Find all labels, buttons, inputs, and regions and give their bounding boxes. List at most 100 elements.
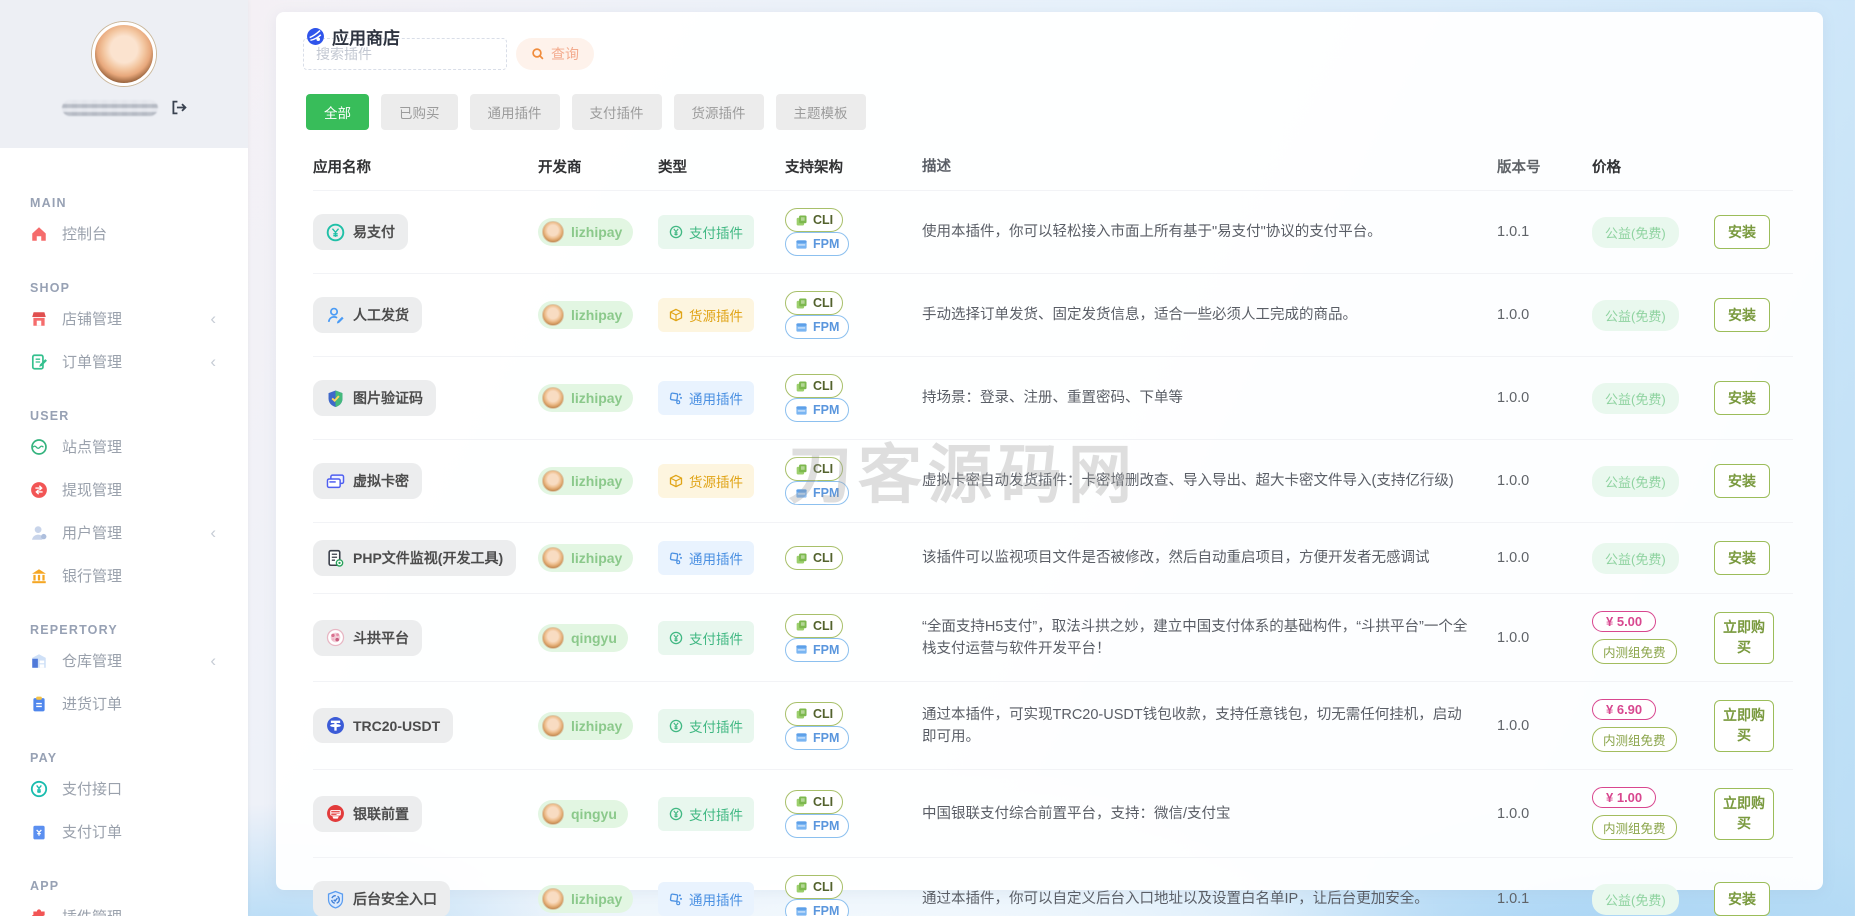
arch-label: FPM (813, 486, 840, 501)
developer-badge[interactable]: lizhipay (538, 544, 634, 573)
filter-tab[interactable]: 支付插件 (571, 94, 662, 130)
buy-now-button[interactable]: 立即购买 (1714, 788, 1774, 840)
filter-tab[interactable]: 通用插件 (469, 94, 560, 130)
app-name-pill[interactable]: 人工发货 (313, 297, 422, 334)
type-common-icon (669, 391, 683, 405)
app-name: TRC20-USDT (353, 717, 441, 734)
app-name-pill[interactable]: 图片验证码 (313, 380, 436, 417)
free-badge: 公益(免费) (1592, 542, 1679, 574)
install-button[interactable]: 安装 (1714, 381, 1770, 416)
pay-order-icon (30, 823, 48, 841)
arch-label: CLI (813, 296, 834, 311)
app-name-pill[interactable]: 斗拱平台 (313, 619, 422, 656)
arch-cli-badge: CLI (785, 291, 844, 316)
app-name-pill[interactable]: PHP文件监视(开发工具) (313, 540, 517, 577)
arch-label: CLI (813, 794, 834, 809)
version: 1.0.0 (1497, 717, 1530, 734)
logout-icon[interactable] (170, 99, 187, 116)
type-badge: 支付插件 (658, 215, 754, 250)
developer-badge[interactable]: qingyu (538, 799, 628, 828)
sidebar-section-label: SHOP (30, 281, 71, 295)
app-name-pill[interactable]: 易支付 (313, 214, 408, 251)
arch-label: FPM (813, 904, 840, 916)
col-app-name: 应用名称 (313, 160, 371, 176)
version: 1.0.0 (1497, 390, 1530, 407)
version: 1.0.1 (1497, 224, 1530, 241)
cli-icon (795, 380, 808, 393)
version: 1.0.1 (1497, 891, 1530, 908)
buy-now-button[interactable]: 立即购买 (1714, 700, 1774, 752)
app-description: 该插件可以监视项目文件是否被修改，然后自动重启项目，方便开发者无感调试 (922, 550, 1430, 567)
developer-name: lizhipay (571, 891, 623, 908)
install-button[interactable]: 安装 (1714, 215, 1770, 250)
sidebar-item-purchase-order[interactable]: 进货订单 (30, 682, 220, 725)
developer-badge[interactable]: lizhipay (538, 711, 634, 740)
username-redacted (61, 99, 158, 116)
install-button[interactable]: 安装 (1714, 541, 1770, 576)
unionpay-icon (326, 804, 345, 823)
sidebar-item-label: 插件管理 (62, 906, 122, 916)
table-row: 易支付 lizhipay 支付插件 CLI FPM 使用本插件，你可以轻松接入市面上所有基… (313, 190, 1793, 273)
developer-badge[interactable]: lizhipay (538, 218, 634, 247)
app-name-pill[interactable]: 后台安全入口 (313, 881, 450, 916)
fpm-icon (795, 905, 808, 916)
card-header: 应用商店 查询 (276, 12, 1823, 90)
fpm-icon (795, 819, 808, 832)
filter-tab[interactable]: 已购买 (381, 94, 458, 130)
query-button[interactable]: 查询 (516, 38, 594, 70)
type-pay-icon (669, 631, 683, 645)
app-name-pill[interactable]: TRC20-USDT (313, 708, 454, 744)
beta-free-badge: 内测组免费 (1592, 815, 1677, 841)
app-name-pill[interactable]: 银联前置 (313, 795, 422, 832)
fpm-icon (795, 487, 808, 500)
developer-badge[interactable]: lizhipay (538, 384, 634, 413)
app-name-pill[interactable]: 虚拟卡密 (313, 463, 422, 500)
app-description: 手动选择订单发货、固定发货信息，适合一些必须人工完成的商品。 (922, 307, 1357, 324)
developer-badge[interactable]: lizhipay (538, 885, 634, 914)
buy-now-button[interactable]: 立即购买 (1714, 612, 1774, 664)
sidebar-item-label: 订单管理 (62, 354, 123, 371)
type-label: 支付插件 (689, 226, 743, 242)
sidebar-item-user[interactable]: 用户管理 ‹ (30, 511, 220, 554)
sidebar-nav: MAIN 控制台 SHOP 店铺管理 ‹ 订单管理 ‹ USER 站点管理 提现管理 用户管理 ‹ 银行… (0, 148, 248, 916)
sidebar-item-globe[interactable]: 站点管理 (30, 425, 220, 468)
sidebar-section-label: PAY (30, 751, 58, 765)
arch-fpm-badge: FPM (785, 232, 850, 257)
app-name: 易支付 (353, 224, 395, 241)
app-description: 中国银联支付综合前置平台，支持：微信/支付宝 (922, 805, 1231, 822)
cli-icon (795, 881, 808, 894)
sidebar-item-pay-order[interactable]: 支付订单 (30, 810, 220, 853)
type-badge: 通用插件 (658, 882, 754, 916)
sidebar-item-home[interactable]: 控制台 (30, 212, 220, 255)
sidebar-item-label: 进货订单 (62, 696, 123, 713)
arch-label: CLI (813, 379, 834, 394)
sidebar-item-label: 支付接口 (62, 781, 123, 798)
arch-fpm-badge: FPM (785, 398, 850, 423)
filter-tab[interactable]: 全部 (306, 94, 369, 130)
avatar[interactable] (92, 22, 156, 86)
table-row: 虚拟卡密 lizhipay 货源插件 CLI FPM 虚拟卡密自动发货插件：卡密增删改查、… (313, 439, 1793, 522)
cli-icon (795, 214, 808, 227)
install-button[interactable]: 安装 (1714, 882, 1770, 916)
cli-icon (795, 552, 808, 565)
type-pay-icon (669, 807, 683, 821)
install-button[interactable]: 安装 (1714, 464, 1770, 499)
sidebar-item-order-doc[interactable]: 订单管理 ‹ (30, 340, 220, 383)
filter-tab[interactable]: 主题模板 (775, 94, 866, 130)
developer-name: lizhipay (571, 224, 623, 241)
type-supply-icon (669, 474, 683, 488)
sidebar-item-warehouse[interactable]: 仓库管理 ‹ (30, 639, 220, 682)
developer-badge[interactable]: lizhipay (538, 301, 634, 330)
filter-tab[interactable]: 货源插件 (673, 94, 764, 130)
developer-name: lizhipay (571, 473, 623, 490)
install-button[interactable]: 安装 (1714, 298, 1770, 333)
developer-badge[interactable]: qingyu (538, 623, 628, 652)
sidebar-item-withdraw[interactable]: 提现管理 (30, 468, 220, 511)
type-label: 通用插件 (689, 392, 743, 408)
developer-badge[interactable]: lizhipay (538, 467, 634, 496)
sidebar-item-puzzle[interactable]: 插件管理 (30, 895, 220, 916)
app-description: 通过本插件，你可以自定义后台入口地址以及设置白名单IP，让后台更加安全。 (922, 891, 1429, 908)
sidebar-item-store[interactable]: 店铺管理 ‹ (30, 297, 220, 340)
sidebar-item-pay-circle[interactable]: 支付接口 (30, 767, 220, 810)
sidebar-item-bank[interactable]: 银行管理 (30, 554, 220, 597)
